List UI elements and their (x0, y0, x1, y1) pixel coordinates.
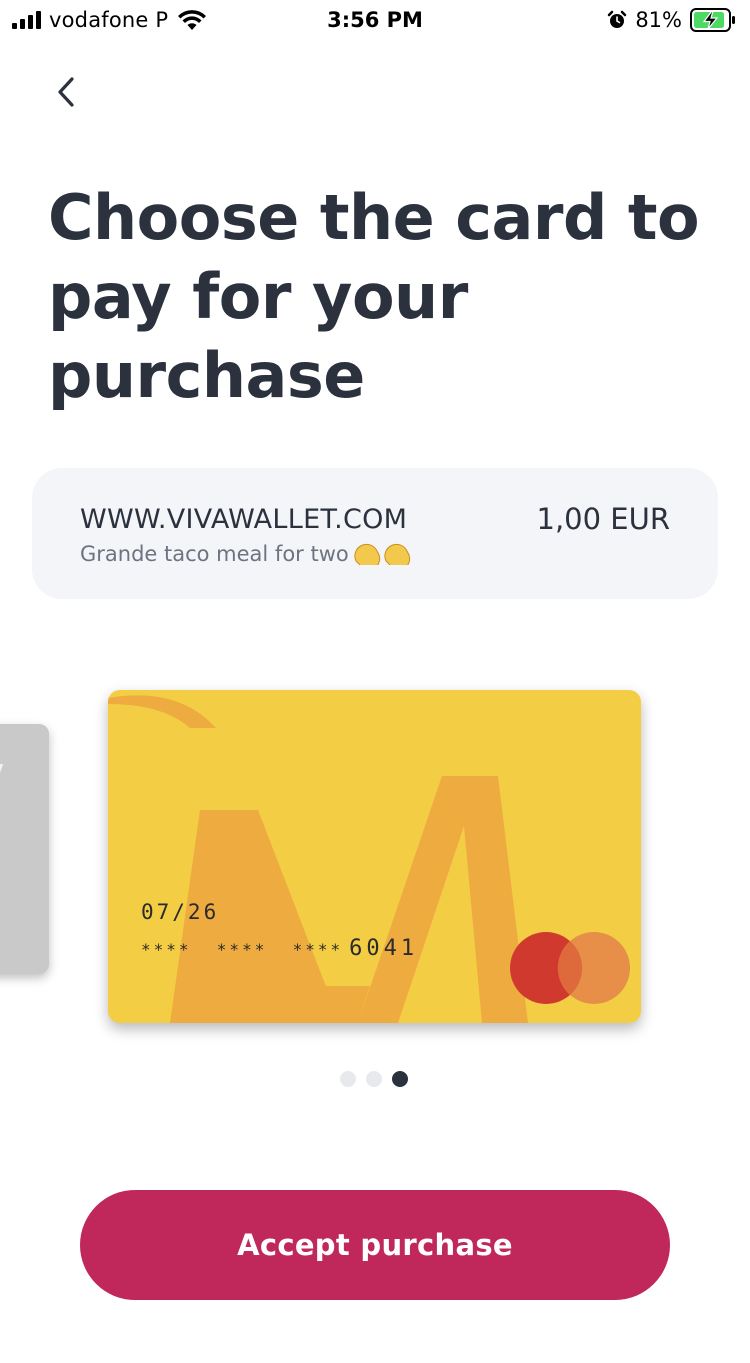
page-title: Choose the card to pay for your purchase (48, 181, 700, 412)
battery-charging-icon (690, 8, 735, 32)
card-number: **** **** **** 6041 (141, 936, 418, 961)
back-button[interactable] (44, 70, 88, 114)
card-expiry: 07/26 (141, 900, 220, 924)
taco-icon (354, 543, 380, 565)
battery-percent: 81% (635, 8, 682, 32)
status-bar: vodafone P 3:56 PM 81% (0, 0, 750, 40)
pager-dot-2[interactable] (366, 1071, 382, 1087)
selected-payment-card[interactable]: 07/26 **** **** **** 6041 (108, 690, 641, 1023)
chevron-left-icon (58, 77, 74, 107)
alarm-icon (608, 10, 627, 28)
previous-card-brand-mark (0, 764, 4, 776)
accept-purchase-button[interactable]: Accept purchase (80, 1190, 670, 1300)
mastercard-icon (510, 932, 630, 1004)
purchase-description-text: Grande taco meal for two (80, 542, 349, 566)
status-right: 81% (607, 6, 736, 34)
purchase-amount: 1,00 EUR (536, 502, 671, 536)
card-number-masked: **** **** **** (141, 940, 344, 959)
card-last4: 6041 (349, 936, 419, 961)
pager-dot-1[interactable] (340, 1071, 356, 1087)
pager-dot-3[interactable] (392, 1071, 408, 1087)
previous-card[interactable] (0, 724, 49, 974)
merchant-summary: WWW.VIVAWALLET.COM Grande taco meal for … (32, 468, 718, 599)
purchase-description: Grande taco meal for two (80, 542, 411, 566)
taco-icons (353, 543, 411, 565)
card-pager (340, 1071, 408, 1087)
taco-icon (384, 543, 410, 565)
merchant-name: WWW.VIVAWALLET.COM (80, 504, 408, 535)
